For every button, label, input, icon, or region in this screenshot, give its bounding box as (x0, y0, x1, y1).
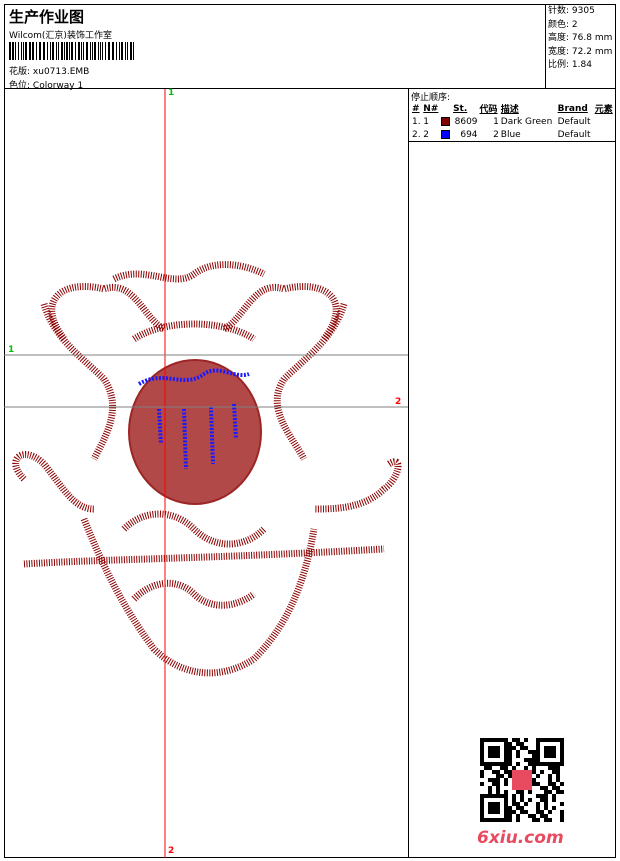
table-row: 2. 2 694 2 Blue Default (412, 129, 591, 140)
table-row: 1. 1 8609 1 Dark Green Default (412, 116, 591, 127)
guide-label-right: 2 (395, 397, 402, 407)
design-file: 花版: xu0713.EMB (9, 67, 90, 77)
color-swatch (441, 116, 451, 126)
qr-code (480, 738, 564, 822)
embroidery-preview (4, 89, 408, 858)
table-header: # N# St. 代码 描述 Brand 元素 (412, 103, 613, 116)
header: 生产作业图 Wilcom(汇京)装饰工作室 花版: xu0713.EMB 色位:… (4, 4, 616, 91)
stat-height: 高度: 76.8 mm (548, 33, 613, 43)
guide-label-left: 1 (8, 345, 15, 355)
company-name: Wilcom(汇京)装饰工作室 (9, 31, 112, 41)
barcode (9, 42, 135, 60)
stat-scale: 比例: 1.84 (548, 60, 592, 70)
color-swatch (441, 129, 451, 139)
stat-width: 宽度: 72.2 mm (548, 46, 613, 57)
stop-sequence-table: # N# St. 代码 描述 Brand 元素 1. 1 8609 1 Dark Green… (411, 102, 615, 141)
stats-panel: 针数: 9305 颜色: 2 高度: 76.8 mm 宽度: 72.2 mm 比… (545, 4, 616, 88)
design-canvas: 1 2 1 2 (4, 88, 408, 858)
stat-stitches: 针数: 9305 (548, 6, 595, 16)
table-divider (409, 141, 616, 142)
page-title: 生产作业图 (9, 8, 85, 26)
guide-label-bottom: 2 (168, 846, 175, 856)
guide-label-top: 1 (168, 88, 175, 98)
watermark-site: 6xiu.com (477, 828, 564, 848)
stat-colors: 颜色: 2 (548, 19, 578, 30)
